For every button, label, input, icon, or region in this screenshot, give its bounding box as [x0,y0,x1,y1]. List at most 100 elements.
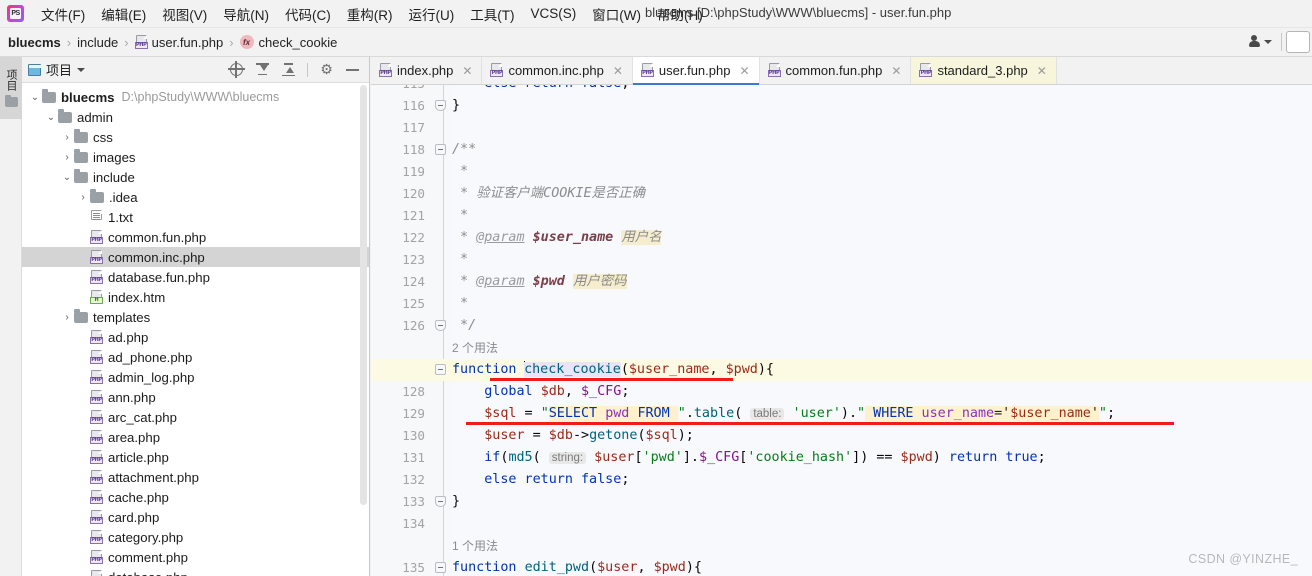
menu-item-tools[interactable]: 工具(T) [462,2,522,26]
code-line[interactable]: } [452,491,460,513]
code-line[interactable]: function edit_pwd($user, $pwd){ [452,557,702,576]
locate-icon[interactable] [228,61,245,78]
menu-item-navigate[interactable]: 导航(N) [215,2,277,26]
scrollbar-thumb[interactable] [360,85,367,505]
search-everywhere-button[interactable] [1286,31,1310,53]
tree-node-templates[interactable]: › templates [22,307,369,327]
usage-hint[interactable]: 1 个用法 [452,535,498,557]
project-panel-scrollbar[interactable] [359,83,368,576]
menu-item-code[interactable]: 代码(C) [277,2,339,26]
code-line[interactable]: else return false; [452,469,629,491]
fold-marker[interactable] [435,496,446,507]
chevron-down-icon[interactable]: ⌄ [44,112,58,123]
close-icon[interactable]: ✕ [739,65,749,77]
menu-item-file[interactable]: 文件(F) [33,2,93,26]
code-line[interactable]: else return false; [452,85,629,95]
menu-item-vcs[interactable]: VCS(S) [523,4,585,23]
code-line[interactable]: } [452,95,460,117]
code-line[interactable]: * [452,161,468,183]
hide-panel-icon[interactable] [345,62,360,77]
tree-node-include[interactable]: ⌄ include [22,167,369,187]
tree-node-database-fun-php[interactable]: .PHP database.fun.php [22,267,369,287]
code-text-area[interactable]: else return false;} /** * * 验证客户端COOKIE是否… [371,85,1312,576]
tree-node-common-fun-php[interactable]: .PHP common.fun.php [22,227,369,247]
usage-hint[interactable]: 2 个用法 [452,337,498,359]
project-panel-title[interactable]: 项目 [28,60,86,79]
tree-node-ad-phone-php[interactable]: .PHP ad_phone.php [22,347,369,367]
tree-node-article-php[interactable]: .PHP article.php [22,447,369,467]
fold-marker[interactable] [435,144,446,155]
tree-node-common-inc-php[interactable]: .PHP common.inc.php [22,247,369,267]
settings-gear-icon[interactable]: ⚙ [319,62,334,77]
menu-item-view[interactable]: 视图(V) [154,2,215,26]
chevron-right-icon[interactable]: › [60,152,74,163]
editor-tab-common-inc-php[interactable]: PHP common.inc.php ✕ [482,57,633,84]
editor-tab-user-fun-php[interactable]: PHP user.fun.php ✕ [632,57,760,85]
editor-tab-common-fun-php[interactable]: PHP common.fun.php ✕ [760,57,912,84]
code-line[interactable]: * 验证客户端COOKIE是否正确 [452,183,645,205]
code-editor[interactable]: 1151161171181191201211221231241251261271… [371,85,1312,576]
tree-node-database-php[interactable]: .PHP database.php [22,567,369,576]
chevron-right-icon[interactable]: › [76,192,90,203]
code-line[interactable]: * @param $user_name 用户名 [452,227,662,249]
close-icon[interactable]: ✕ [462,65,472,77]
fold-marker[interactable] [435,364,446,375]
editor-tab-index-php[interactable]: PHP index.php ✕ [371,57,483,84]
tree-node-arc-cat-php[interactable]: .PHP arc_cat.php [22,407,369,427]
menu-item-edit[interactable]: 编辑(E) [93,2,154,26]
tree-node--idea[interactable]: › .idea [22,187,369,207]
tree-node-attachment-php[interactable]: .PHP attachment.php [22,467,369,487]
breadcrumb-item-include[interactable]: include [77,35,118,50]
tree-node-admin[interactable]: ⌄ admin [22,107,369,127]
menu-item-run[interactable]: 运行(U) [401,2,463,26]
editor-tab-standard-3-php[interactable]: PHP standard_3.php ✕ [911,57,1057,84]
tree-node-ad-php[interactable]: .PHP ad.php [22,327,369,347]
chevron-right-icon[interactable]: › [60,312,74,323]
code-line[interactable]: /** [452,139,476,161]
code-line[interactable]: * @param $pwd 用户密码 [452,271,627,293]
tree-node-category-php[interactable]: .PHP category.php [22,527,369,547]
expand-all-icon[interactable] [281,62,296,77]
project-tree[interactable]: ⌄ bluecms D:\phpStudy\WWW\bluecms ⌄ admin › cs… [22,83,369,576]
code-line[interactable]: if(md5( string: $user['pwd'].$_CFG['cook… [452,447,1045,469]
chevron-down-icon[interactable] [77,67,86,72]
code-line[interactable]: * [452,249,468,271]
breadcrumb-item-user-fun-php[interactable]: PHP user.fun.php [134,35,223,50]
close-icon[interactable]: ✕ [1037,65,1047,77]
tree-node-images[interactable]: › images [22,147,369,167]
fold-marker[interactable] [435,320,446,331]
tree-node-css[interactable]: › css [22,127,369,147]
user-account-menu[interactable] [1248,35,1272,48]
tree-node-bluecms[interactable]: ⌄ bluecms D:\phpStudy\WWW\bluecms [22,87,369,107]
tree-node-label: 1.txt [108,209,133,225]
code-line[interactable]: * [452,293,468,315]
tree-node-cache-php[interactable]: .PHP cache.php [22,487,369,507]
code-line[interactable]: global $db, $_CFG; [452,381,629,403]
code-line[interactable]: $user = $db->getone($sql); [452,425,694,447]
fold-marker[interactable] [435,100,446,111]
tool-window-button-project[interactable]: 项目 [0,57,22,119]
chevron-right-icon[interactable]: › [60,132,74,143]
tree-spacer: . [76,532,90,543]
tree-node-ann-php[interactable]: .PHP ann.php [22,387,369,407]
tree-node-index-htm[interactable]: .Hindex.htm [22,287,369,307]
menu-item-refactor[interactable]: 重构(R) [339,2,401,26]
tree-node-comment-php[interactable]: .PHP comment.php [22,547,369,567]
chevron-down-icon[interactable]: ⌄ [28,92,42,103]
editor-tab-label: user.fun.php [658,63,731,78]
chevron-down-icon[interactable]: ⌄ [60,172,74,183]
breadcrumb-item-bluecms[interactable]: bluecms [8,35,61,50]
tree-node-1-txt[interactable]: . 1.txt [22,207,369,227]
close-icon[interactable]: ✕ [891,65,901,77]
breadcrumb-item-check-cookie[interactable]: fx check_cookie [239,35,337,50]
tree-node-card-php[interactable]: .PHP card.php [22,507,369,527]
close-icon[interactable]: ✕ [613,65,623,77]
tree-spacer: . [76,212,90,223]
menu-item-window[interactable]: 窗口(W) [584,2,649,26]
code-line[interactable]: * [452,205,468,227]
collapse-all-icon[interactable] [255,62,270,77]
tree-node-area-php[interactable]: .PHP area.php [22,427,369,447]
fold-marker[interactable] [435,562,446,573]
code-line[interactable]: */ [452,315,476,337]
tree-node-admin-log-php[interactable]: .PHP admin_log.php [22,367,369,387]
